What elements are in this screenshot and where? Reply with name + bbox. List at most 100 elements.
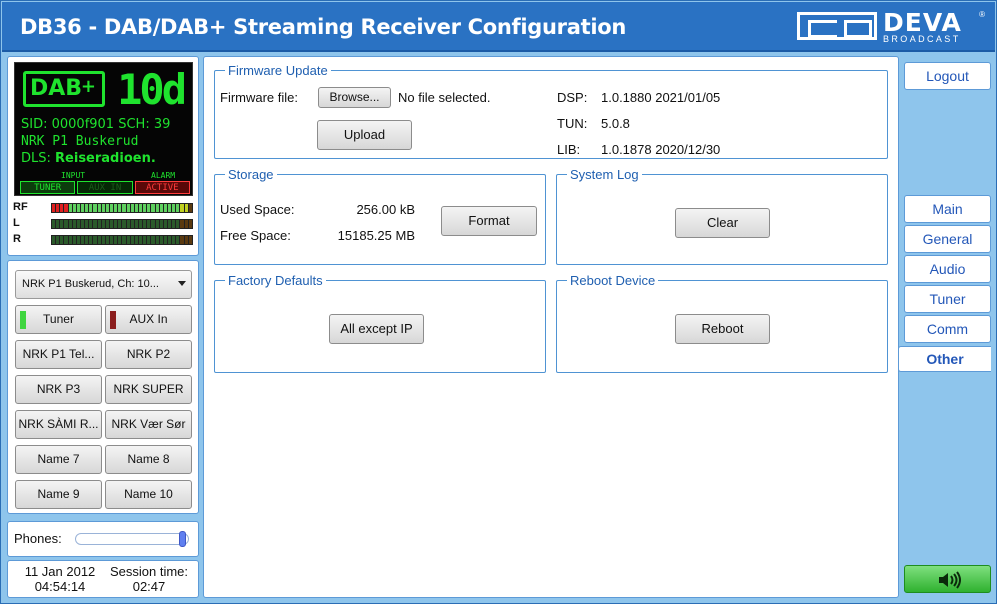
dsp-value: 1.0.1880 2021/01/05: [601, 90, 721, 105]
preset-button-4[interactable]: NRK SUPER: [105, 375, 192, 404]
preset-button-10[interactable]: Name 10: [105, 480, 192, 509]
meter-segment: [130, 236, 134, 244]
reboot-button[interactable]: Reboot: [675, 314, 770, 344]
preset-button-5[interactable]: NRK SÀMI R...: [15, 410, 102, 439]
meter-segment: [138, 236, 143, 244]
browse-button[interactable]: Browse...: [318, 87, 391, 108]
used-space-label: Used Space:: [220, 202, 295, 217]
meter-segment: [151, 236, 155, 244]
preset-button-8[interactable]: Name 8: [105, 445, 192, 474]
meter-segment: [60, 236, 64, 244]
meter-segment: [176, 220, 180, 228]
clear-log-button[interactable]: Clear: [675, 208, 770, 238]
storage-section: Storage Used Space: 256.00 kB Free Space…: [214, 167, 546, 265]
upload-button[interactable]: Upload: [317, 120, 412, 150]
meter-segment: [97, 236, 101, 244]
preset-button-9[interactable]: Name 9: [15, 480, 102, 509]
factory-defaults-button[interactable]: All except IP: [329, 314, 424, 344]
meter-segment: [72, 204, 76, 212]
meter-segment: [155, 236, 159, 244]
alarm-label: ALARM: [151, 171, 176, 180]
meter-segment: [138, 204, 143, 212]
presets-panel: NRK P1 Buskerud, Ch: 10... Tuner AUX In …: [7, 260, 199, 514]
preset-button-7[interactable]: Name 7: [15, 445, 102, 474]
preset-select[interactable]: NRK P1 Buskerud, Ch: 10...: [15, 270, 192, 299]
dsp-key: DSP:: [557, 90, 588, 105]
meter-segment: [122, 204, 126, 212]
time-panel: 11 Jan 2012 04:54:14 Session time: 02:47: [7, 560, 199, 598]
meter-segment: [167, 220, 172, 228]
meter-label-r: R: [13, 233, 21, 245]
meter-segment: [52, 236, 56, 244]
meter-segment: [122, 220, 126, 228]
meter-segment: [155, 204, 159, 212]
meter-segment: [143, 236, 147, 244]
indicator-row: TUNER AUX IN ACTIVE: [20, 181, 190, 194]
phones-volume-slider[interactable]: [75, 531, 189, 547]
meter-segment: [126, 204, 130, 212]
sid-line: SID: 0000f901 SCH: 39: [21, 117, 171, 132]
logo-mark-icon: [797, 12, 877, 40]
audio-monitor-button[interactable]: [904, 565, 991, 593]
meter-segment: [76, 236, 80, 244]
lib-key: LIB:: [557, 142, 581, 157]
preset-button-6[interactable]: NRK Vær Sør: [105, 410, 192, 439]
meter-segment: [143, 220, 147, 228]
factory-defaults-legend: Factory Defaults: [228, 273, 323, 288]
session-label: Session time:: [109, 564, 189, 579]
source-aux-button[interactable]: AUX In: [105, 305, 192, 334]
nav-item-audio[interactable]: Audio: [904, 255, 991, 283]
header: DB36 - DAB/DAB+ Streaming Receiver Confi…: [2, 2, 995, 52]
meter-segment: [147, 220, 151, 228]
meter-segment: [163, 220, 167, 228]
meter-segment: [180, 220, 184, 228]
meter-label-l: L: [13, 217, 20, 229]
preset-button-3[interactable]: NRK P3: [15, 375, 102, 404]
meter-segment: [97, 204, 101, 212]
meter-segment: [80, 220, 85, 228]
nav-item-general[interactable]: General: [904, 225, 991, 253]
meter-segment: [172, 220, 176, 228]
slider-thumb[interactable]: [179, 531, 186, 547]
deva-logo: DEVA BROADCAST ®: [797, 8, 985, 44]
indicator-tuner: TUNER: [20, 181, 76, 194]
preset-button-2[interactable]: NRK P2: [105, 340, 192, 369]
meter-segment: [85, 220, 89, 228]
indicator-alarm-active: ACTIVE: [134, 181, 190, 194]
meter-segment: [76, 220, 80, 228]
logout-button[interactable]: Logout: [904, 62, 991, 90]
meter-segment: [159, 220, 163, 228]
meter-segment: [101, 204, 105, 212]
preset-button-1[interactable]: NRK P1 Tel...: [15, 340, 102, 369]
meter-segment: [56, 220, 60, 228]
meter-segment: [138, 220, 143, 228]
meter-segment: [64, 236, 68, 244]
meter-segment: [176, 204, 180, 212]
meter-segment: [101, 236, 105, 244]
meter-segment: [147, 236, 151, 244]
used-space-value: 256.00 kB: [356, 202, 415, 217]
meter-segment: [151, 204, 155, 212]
meter-segment: [167, 236, 172, 244]
nav-item-main[interactable]: Main: [904, 195, 991, 223]
l-meter: [51, 219, 193, 229]
source-tuner-button[interactable]: Tuner: [15, 305, 102, 334]
meter-segment: [130, 220, 134, 228]
meter-segment: [89, 220, 93, 228]
meter-segment: [60, 204, 64, 212]
format-button[interactable]: Format: [441, 206, 537, 236]
nav-item-tuner[interactable]: Tuner: [904, 285, 991, 313]
nav-item-comm[interactable]: Comm: [904, 315, 991, 343]
meter-segment: [68, 220, 72, 228]
meter-segment: [93, 220, 97, 228]
meter-segment: [80, 236, 85, 244]
dab-logo: DAB +: [23, 71, 105, 107]
meter-segment: [89, 236, 93, 244]
meter-segment: [184, 236, 188, 244]
meter-segment: [188, 204, 192, 212]
meter-segment: [68, 236, 72, 244]
meter-segment: [109, 236, 114, 244]
firmware-legend: Firmware Update: [228, 63, 328, 78]
nav-item-other[interactable]: Other: [898, 346, 991, 372]
meter-segment: [122, 236, 126, 244]
